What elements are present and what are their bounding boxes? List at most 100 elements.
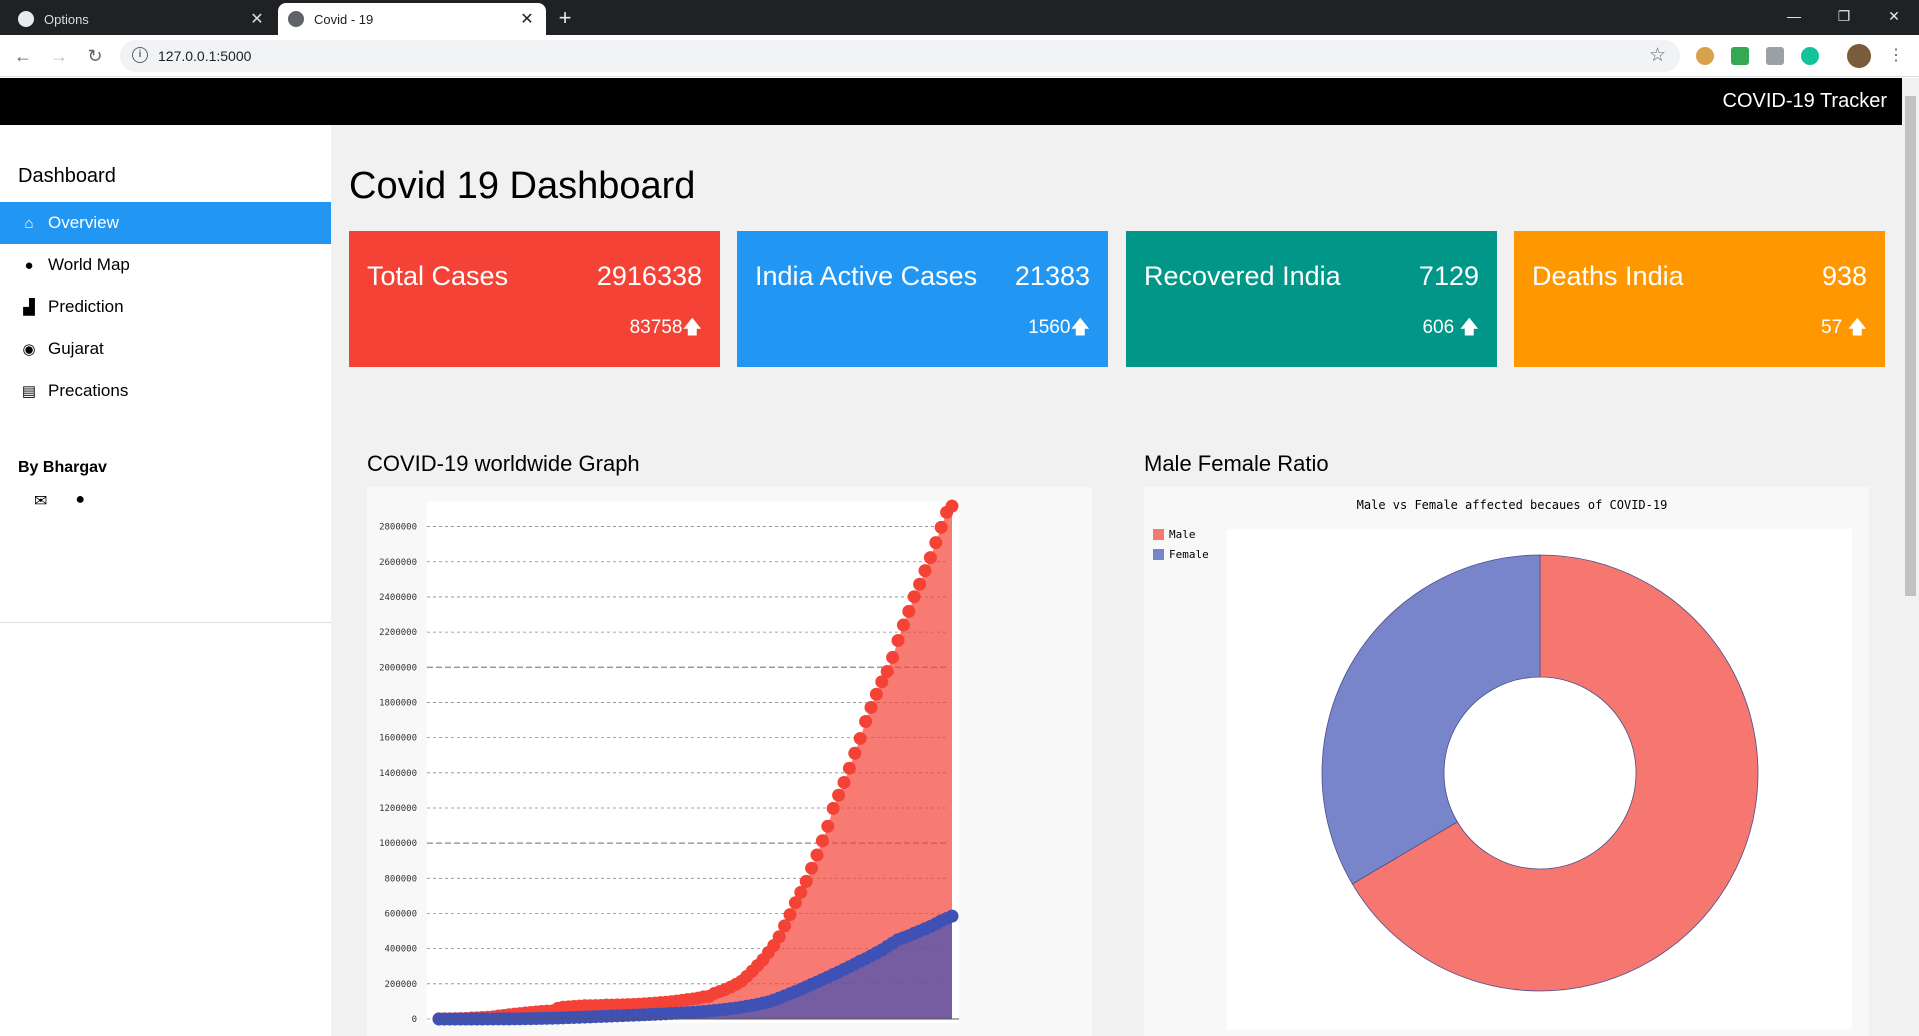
bookmark-star-icon[interactable]: ☆ [1649, 44, 1666, 67]
y-tick-label: 1000000 [379, 839, 417, 849]
stat-card-deaths-india: Deaths India 938 57 🡅 [1514, 231, 1885, 367]
worldwide-graph-panel: 0 200000 400000 600000 800000 1000000 1200000 1… [367, 487, 1092, 1036]
stat-card-india-active: India Active Cases 21383 1560🡅 [737, 231, 1108, 367]
data-point [907, 590, 921, 604]
close-window-button[interactable]: ✕ [1874, 4, 1914, 28]
forward-button[interactable]: → [46, 43, 72, 69]
sidebar-item-world-map[interactable]: ● World Map [0, 244, 331, 286]
y-tick-label: 400000 [384, 945, 417, 955]
data-point [891, 633, 905, 647]
legend-swatch [1153, 529, 1164, 540]
data-point [815, 834, 829, 848]
data-point [913, 577, 927, 591]
y-tick-label: 2800000 [379, 523, 417, 533]
card-title: India Active Cases [755, 261, 978, 291]
restore-button[interactable]: ❐ [1824, 4, 1864, 28]
data-point [918, 564, 932, 578]
data-point [945, 909, 959, 923]
data-point [902, 604, 916, 618]
sidebar-item-label: Overview [48, 213, 119, 232]
sidebar-divider [0, 622, 331, 623]
sidebar-item-gujarat[interactable]: ◉ Gujarat [0, 328, 331, 370]
avatar[interactable] [1847, 44, 1871, 68]
male-female-donut-chart: Male vs Female affected becaues of COVID… [1153, 498, 1852, 1029]
tab-title: Covid - 19 [314, 11, 374, 27]
legend-label: Female [1169, 548, 1209, 561]
tab-covid[interactable]: Covid - 19 ✕ [278, 3, 546, 35]
minimize-button[interactable]: — [1774, 4, 1814, 28]
card-value: 2916338 [596, 261, 702, 291]
brand-title[interactable]: COVID-19 Tracker [1723, 90, 1887, 113]
top-navbar: COVID-19 Tracker [0, 78, 1902, 125]
y-tick-label: 1200000 [379, 804, 417, 814]
extension-icon[interactable] [1766, 47, 1784, 65]
data-point [880, 664, 894, 678]
compass-icon: ◉ [22, 341, 36, 358]
card-value: 938 [1821, 261, 1867, 291]
card-delta-value: 83758 [629, 317, 683, 338]
worldwide-graph-title: COVID-19 worldwide Graph [367, 451, 640, 476]
data-point [853, 731, 867, 745]
data-point [848, 746, 862, 760]
y-tick-label: 2400000 [379, 593, 417, 603]
cookie-extension-icon[interactable] [1696, 47, 1714, 65]
card-title: Total Cases [367, 261, 509, 291]
data-point [832, 788, 846, 802]
close-icon[interactable]: ✕ [248, 9, 266, 29]
y-tick-label: 2200000 [379, 628, 417, 638]
y-tick-label: 0 [412, 1015, 417, 1025]
sidebar-item-overview[interactable]: ⌂ Overview [0, 202, 331, 244]
sidebar-item-precations[interactable]: ▤ Precations [0, 370, 331, 412]
y-tick-label: 2600000 [379, 558, 417, 568]
y-tick-label: 2000000 [379, 663, 417, 673]
y-tick-label: 200000 [384, 980, 417, 990]
sidebar-item-prediction[interactable]: ▟ Prediction [0, 286, 331, 328]
tab-options[interactable]: Options ✕ [8, 3, 276, 35]
author-label: By Bhargav [18, 459, 107, 476]
address-bar[interactable]: i 127.0.0.1:5000 ☆ [120, 40, 1680, 72]
arrow-up-icon: 🡅 [1070, 317, 1090, 338]
legend-label: Male [1169, 528, 1196, 541]
sidebar-item-label: Prediction [48, 297, 124, 316]
info-icon[interactable]: i [132, 47, 148, 63]
card-delta-value: 1560 [1028, 317, 1071, 338]
card-delta: 57 🡅 [1821, 313, 1867, 345]
ratio-chart-panel: Male vs Female affected becaues of COVID… [1144, 487, 1869, 1036]
menu-kebab-icon[interactable]: ⋮ [1883, 43, 1909, 69]
reload-button[interactable]: ↻ [82, 43, 108, 69]
page-scrollbar[interactable] [1902, 78, 1919, 1036]
chart-title: Male vs Female affected becaues of COVID… [1357, 498, 1668, 512]
y-tick-label: 1800000 [379, 698, 417, 708]
sidebar-heading: Dashboard [18, 165, 116, 187]
back-button[interactable]: ← [10, 43, 36, 69]
page: COVID-19 Tracker Dashboard ⌂ Overview ● … [0, 78, 1902, 1036]
main-content: Covid 19 Dashboard Total Cases 2916338 8… [331, 125, 1902, 1036]
sidebar: Dashboard ⌂ Overview ● World Map ▟ Predi… [0, 125, 331, 1036]
data-point [923, 551, 937, 565]
grammarly-icon[interactable] [1801, 47, 1819, 65]
arrow-up-icon: 🡅 [1847, 317, 1867, 338]
card-delta-value: 606 [1422, 317, 1455, 338]
data-point [859, 714, 873, 728]
worldwide-area-chart: 0 200000 400000 600000 800000 1000000 1200000 1… [379, 499, 959, 1026]
sidebar-item-label: Gujarat [48, 339, 104, 358]
url-text: 127.0.0.1:5000 [158, 48, 252, 64]
scrollbar-thumb[interactable] [1905, 96, 1916, 596]
card-value: 7129 [1418, 261, 1479, 291]
data-point [783, 908, 797, 922]
y-tick-label: 600000 [384, 909, 417, 919]
browser-tab-strip: Options ✕ Covid - 19 ✕ + — ❐ ✕ [0, 0, 1919, 35]
close-icon[interactable]: ✕ [518, 9, 536, 29]
page-title: Covid 19 Dashboard [349, 165, 696, 207]
new-tab-button[interactable]: + [552, 6, 578, 32]
envelope-icon[interactable]: ✉ [34, 491, 47, 511]
data-point [842, 761, 856, 775]
data-point [799, 874, 813, 888]
data-point [810, 848, 824, 862]
shield-extension-icon[interactable] [1731, 47, 1749, 65]
sidebar-item-label: World Map [48, 255, 130, 274]
user-icon[interactable]: ● [75, 491, 85, 511]
globe-icon [288, 11, 304, 27]
sidebar-item-label: Precations [48, 381, 129, 400]
data-point [837, 775, 851, 789]
